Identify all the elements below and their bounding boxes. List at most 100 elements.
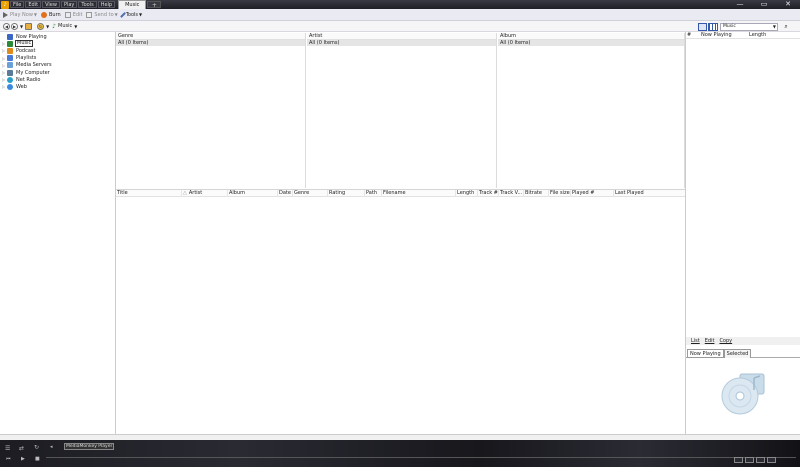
artist-header[interactable]: Artist bbox=[307, 33, 496, 40]
column-bitrate[interactable]: Bitrate bbox=[524, 190, 549, 197]
maximize-button[interactable]: ▭ bbox=[752, 0, 776, 9]
menu-help[interactable]: Help bbox=[97, 1, 116, 8]
breadcrumb-music[interactable]: Music bbox=[58, 23, 72, 29]
burn-button[interactable]: Burn bbox=[40, 11, 61, 18]
menu-edit[interactable]: Edit bbox=[25, 1, 42, 8]
columns-view-icon[interactable] bbox=[708, 22, 718, 31]
play-icon[interactable]: ▶ bbox=[21, 456, 25, 462]
column-genre[interactable]: Genre bbox=[293, 190, 328, 197]
menu-view[interactable]: View bbox=[42, 1, 60, 8]
tree-item-web[interactable]: ▷ Web bbox=[0, 83, 115, 90]
menu-file[interactable]: File bbox=[10, 1, 25, 8]
menu-tools[interactable]: Tools bbox=[78, 1, 97, 8]
arrow-right-icon: ▶ bbox=[12, 23, 17, 29]
chevron-down-icon: ▼ bbox=[33, 12, 37, 17]
previous-icon[interactable]: ⏮ bbox=[6, 456, 11, 462]
mini-player-button[interactable] bbox=[734, 457, 743, 463]
column-played-count[interactable]: Played # bbox=[571, 190, 614, 197]
tree-item-label: Music bbox=[15, 40, 34, 48]
radio-icon bbox=[7, 76, 13, 83]
album-header[interactable]: Album bbox=[498, 33, 684, 40]
send-to-icon bbox=[86, 11, 93, 18]
search-scope-label: Music bbox=[723, 23, 736, 29]
arrow-left-icon: ◀ bbox=[4, 23, 9, 29]
home-button[interactable] bbox=[25, 22, 33, 30]
edit-button[interactable]: Edit bbox=[64, 11, 83, 18]
search-icon[interactable]: ⌕ bbox=[781, 23, 791, 31]
now-playing-menu: List Edit Copy bbox=[686, 337, 800, 345]
tree-item-my-computer[interactable]: ▷ My Computer bbox=[0, 69, 115, 76]
tree-item-label: Now Playing bbox=[16, 33, 47, 40]
play-now-button[interactable]: Play Now ▼ bbox=[3, 11, 37, 18]
chevron-down-icon[interactable]: ▼ bbox=[46, 24, 49, 29]
tab-music[interactable]: Music bbox=[118, 0, 147, 9]
album-all-item[interactable]: All (0 Items) bbox=[498, 40, 684, 46]
tools-button[interactable]: Tools ▼ bbox=[119, 12, 142, 18]
column-rating[interactable]: Rating bbox=[328, 190, 365, 197]
burn-icon bbox=[40, 11, 47, 18]
tab-selected[interactable]: Selected bbox=[723, 349, 752, 358]
burn-label: Burn bbox=[48, 11, 61, 18]
np-column-length[interactable]: Length bbox=[749, 32, 766, 39]
np-column-now-playing[interactable]: Now Playing bbox=[701, 32, 732, 39]
volume-icon[interactable]: ◂ bbox=[50, 444, 53, 450]
send-to-button[interactable]: Send to ▼ bbox=[86, 11, 118, 18]
genre-all-item[interactable]: All (0 Items) bbox=[116, 40, 305, 46]
tab-now-playing[interactable]: Now Playing bbox=[687, 349, 724, 358]
main-toolbar: Play Now ▼ Burn Edit Send to ▼ Tools ▼ bbox=[0, 9, 800, 21]
artist-all-item[interactable]: All (0 Items) bbox=[307, 40, 496, 46]
chevron-down-icon[interactable]: ▼ bbox=[74, 24, 77, 29]
playlists-icon bbox=[7, 55, 13, 62]
column-title[interactable]: Title bbox=[116, 190, 182, 197]
title-bar: ♪ File Edit View Play Tools Help Music +… bbox=[0, 0, 800, 9]
column-length[interactable]: Length bbox=[456, 190, 478, 197]
menu-play[interactable]: Play bbox=[60, 1, 78, 8]
column-track-number[interactable]: Track # bbox=[478, 190, 499, 197]
np-menu-edit[interactable]: Edit bbox=[705, 338, 715, 344]
column-file-size[interactable]: File size bbox=[549, 190, 571, 197]
album-pane: Album All (0 Items) bbox=[498, 33, 685, 188]
minimize-button[interactable]: — bbox=[728, 0, 752, 9]
play-icon bbox=[3, 11, 8, 18]
column-date[interactable]: Date bbox=[278, 190, 293, 197]
back-button[interactable]: ◀ bbox=[3, 22, 10, 30]
edit-label: Edit bbox=[72, 11, 83, 18]
column-last-played[interactable]: Last Played bbox=[614, 190, 685, 197]
search-scope-select[interactable]: Music ▼ bbox=[720, 22, 778, 31]
seek-bar[interactable] bbox=[46, 457, 796, 458]
tree-item-label: Media Servers bbox=[16, 62, 52, 69]
track-list-header: Title △ Artist Album Date Genre Rating Pa… bbox=[116, 190, 685, 197]
np-column-number[interactable]: # bbox=[687, 32, 691, 39]
column-filename[interactable]: Filename bbox=[382, 190, 456, 197]
tree-item-media-servers[interactable]: ▷ Media Servers bbox=[0, 62, 115, 69]
column-artist[interactable]: △ Artist bbox=[182, 190, 228, 197]
np-menu-copy[interactable]: Copy bbox=[719, 338, 732, 344]
album-art-placeholder-icon bbox=[721, 373, 765, 415]
equalizer-button[interactable] bbox=[767, 457, 776, 463]
visualizer-button[interactable] bbox=[756, 457, 765, 463]
app-logo-icon[interactable]: ♪ bbox=[1, 0, 9, 9]
column-track-volume[interactable]: Track V... bbox=[499, 190, 524, 197]
send-to-label: Send to bbox=[94, 11, 114, 18]
chevron-down-icon[interactable]: ▼ bbox=[20, 24, 23, 29]
column-album[interactable]: Album bbox=[228, 190, 278, 197]
refresh-button[interactable]: ↻ bbox=[37, 22, 45, 30]
tree-item-playlists[interactable]: ▷ Playlists bbox=[0, 55, 115, 62]
stop-icon[interactable]: ■ bbox=[35, 456, 40, 462]
shuffle-icon[interactable]: ⇄ bbox=[19, 445, 24, 452]
tree-item-music[interactable]: ▷ Music bbox=[0, 40, 115, 48]
np-menu-list[interactable]: List bbox=[691, 338, 700, 344]
close-button[interactable]: ✕ bbox=[776, 0, 800, 9]
tree-item-podcast[interactable]: ▷ Podcast bbox=[0, 47, 115, 54]
tree-item-now-playing[interactable]: Now Playing bbox=[0, 33, 115, 40]
forward-button[interactable]: ▶ bbox=[11, 22, 18, 30]
column-path[interactable]: Path bbox=[365, 190, 382, 197]
tree-item-net-radio[interactable]: ▷ Net Radio bbox=[0, 76, 115, 83]
genre-header[interactable]: Genre bbox=[116, 33, 305, 40]
menu-icon[interactable]: ☰ bbox=[5, 445, 10, 452]
repeat-icon[interactable]: ↻ bbox=[34, 444, 39, 451]
fullscreen-button[interactable] bbox=[745, 457, 754, 463]
column-artist-label: Artist bbox=[188, 190, 203, 196]
list-view-icon[interactable] bbox=[698, 22, 707, 31]
add-tab-button[interactable]: + bbox=[147, 1, 162, 9]
